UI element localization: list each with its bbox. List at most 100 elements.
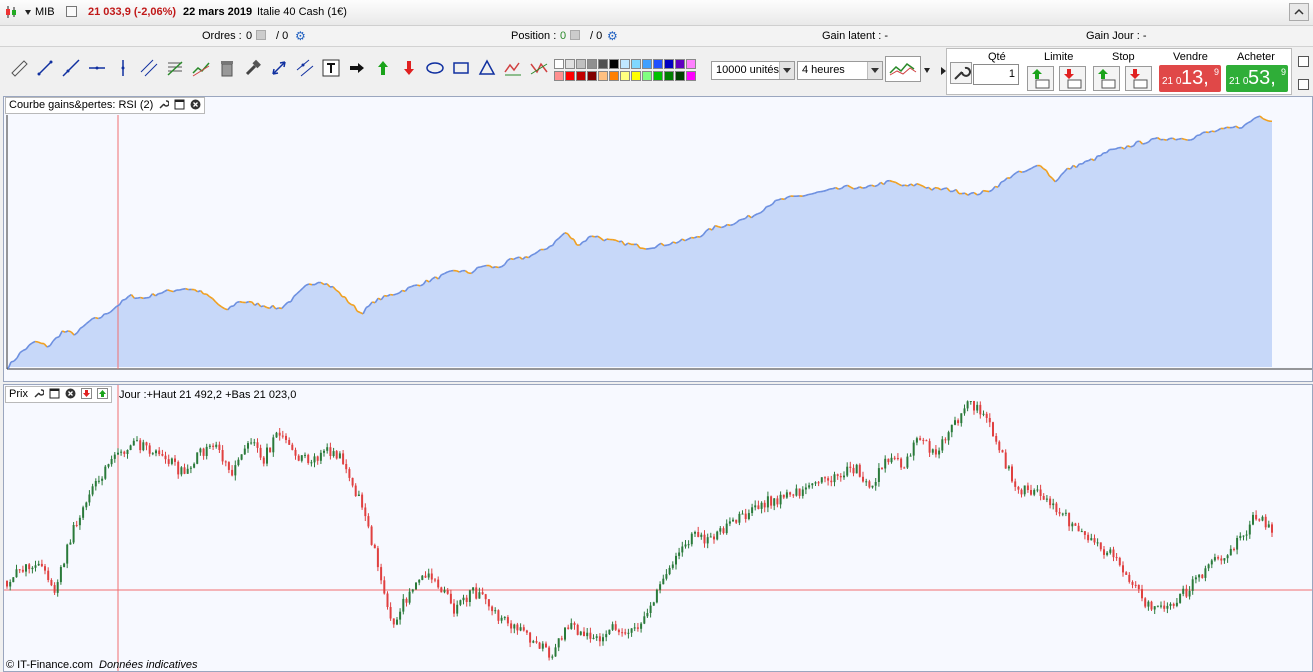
candle-body (1239, 535, 1242, 538)
candle-body (481, 592, 484, 595)
close-icon[interactable] (190, 99, 201, 110)
instrument-header: MIB 21 033,9 (-2,06%) 22 mars 2019 Itali… (0, 0, 1313, 26)
color-swatch[interactable] (565, 71, 575, 81)
color-swatch[interactable] (587, 59, 597, 69)
position-close-icon[interactable] (570, 30, 580, 40)
option-checkbox-2[interactable] (1298, 79, 1309, 90)
sell-button[interactable]: 21 0 13, 9 (1159, 65, 1221, 92)
equity-line-segment (549, 244, 553, 248)
arrows-tool-button[interactable] (268, 57, 290, 79)
fibonacci-tool-button[interactable] (164, 57, 186, 79)
color-swatch[interactable] (686, 59, 696, 69)
color-swatch[interactable] (675, 59, 685, 69)
candle-body (1036, 489, 1039, 491)
arrow-down-tool-button[interactable] (398, 57, 420, 79)
color-swatch[interactable] (609, 59, 619, 69)
color-palette[interactable] (554, 59, 710, 83)
segment-tool-button[interactable] (34, 57, 56, 79)
buy-button[interactable]: 21 0 53, 9 (1226, 65, 1288, 92)
color-swatch[interactable] (653, 59, 663, 69)
candle-body (221, 450, 224, 462)
text-tool-button[interactable] (320, 57, 342, 79)
equity-line-segment (34, 340, 39, 343)
parallel-lines-tool-button[interactable] (294, 57, 316, 79)
order-settings-button[interactable] (950, 62, 972, 84)
candle-body (862, 476, 864, 482)
color-swatch[interactable] (598, 59, 608, 69)
candle-body (985, 413, 988, 418)
equity-line-segment (495, 266, 499, 269)
color-swatch[interactable] (686, 71, 696, 81)
channel-tool-button[interactable] (138, 57, 160, 79)
close-icon[interactable] (65, 388, 76, 399)
color-swatch[interactable] (576, 59, 586, 69)
color-swatch[interactable] (642, 59, 652, 69)
tools-button[interactable] (242, 57, 264, 79)
indicators-dropdown-icon[interactable] (924, 68, 930, 73)
vertical-line-tool-button[interactable] (112, 57, 134, 79)
color-swatch[interactable] (620, 59, 630, 69)
delete-objects-button[interactable] (216, 57, 238, 79)
keypad-icon[interactable] (66, 6, 77, 17)
rectangle-tool-button[interactable] (450, 57, 472, 79)
color-swatch[interactable] (653, 71, 663, 81)
color-swatch[interactable] (598, 71, 608, 81)
option-checkbox-1[interactable] (1298, 56, 1309, 67)
stop-buy-button[interactable] (1093, 66, 1120, 91)
timeframe-select[interactable]: 4 heures (797, 61, 883, 80)
sell-order-icon[interactable] (81, 388, 93, 399)
candle-body (1188, 590, 1191, 597)
orders-cancel-icon[interactable] (256, 30, 266, 40)
color-swatch[interactable] (631, 59, 641, 69)
symbol-label[interactable]: MIB (35, 6, 55, 18)
color-swatch[interactable] (620, 71, 630, 81)
color-swatch[interactable] (609, 71, 619, 81)
buy-order-icon[interactable] (97, 388, 109, 399)
qty-input[interactable]: 1 (973, 64, 1019, 85)
candle-body (665, 574, 668, 579)
symbol-dropdown-icon[interactable] (25, 10, 31, 15)
arrow-up-tool-button[interactable] (372, 57, 394, 79)
limit-buy-button[interactable] (1027, 66, 1054, 91)
candle-body (183, 467, 186, 474)
equity-line-segment (1265, 119, 1270, 122)
trend-tool-button[interactable] (190, 57, 212, 79)
color-swatch[interactable] (664, 59, 674, 69)
ruler-tool-button[interactable] (8, 57, 30, 79)
triangle-tool-button[interactable] (476, 57, 498, 79)
candle-body (950, 424, 953, 433)
horizontal-line-tool-button[interactable] (86, 57, 108, 79)
color-swatch[interactable] (587, 71, 597, 81)
collapse-button[interactable] (1289, 3, 1309, 21)
color-swatch[interactable] (554, 59, 564, 69)
wrench-icon[interactable] (33, 388, 45, 399)
candle-body (326, 447, 329, 451)
candle-body (503, 617, 506, 619)
wrench-icon[interactable] (158, 99, 171, 110)
units-select[interactable]: 10000 unités (711, 61, 795, 80)
equity-line-segment (1202, 131, 1206, 134)
position-settings-icon[interactable]: ⚙ (607, 29, 618, 43)
equity-line-segment (838, 187, 842, 190)
maximize-icon[interactable] (49, 388, 60, 399)
limit-sell-button[interactable] (1059, 66, 1086, 91)
stop-sell-button[interactable] (1125, 66, 1152, 91)
ellipse-tool-button[interactable] (424, 57, 446, 79)
color-swatch[interactable] (631, 71, 641, 81)
color-swatch[interactable] (664, 71, 674, 81)
candle-body (376, 548, 379, 568)
indicators-button[interactable] (885, 56, 921, 82)
color-swatch[interactable] (554, 71, 564, 81)
color-swatch[interactable] (675, 71, 685, 81)
pattern-tool-button[interactable] (502, 57, 524, 79)
arrow-right-tool-button[interactable] (346, 57, 368, 79)
zigzag-tool-button[interactable] (528, 57, 550, 79)
ray-tool-button[interactable] (60, 57, 82, 79)
color-swatch[interactable] (565, 59, 575, 69)
color-swatch[interactable] (576, 71, 586, 81)
orders-settings-icon[interactable]: ⚙ (295, 29, 306, 43)
maximize-icon[interactable] (174, 99, 185, 110)
equity-line-segment (1256, 115, 1261, 118)
color-swatch[interactable] (642, 71, 652, 81)
candle-body (1223, 558, 1226, 561)
